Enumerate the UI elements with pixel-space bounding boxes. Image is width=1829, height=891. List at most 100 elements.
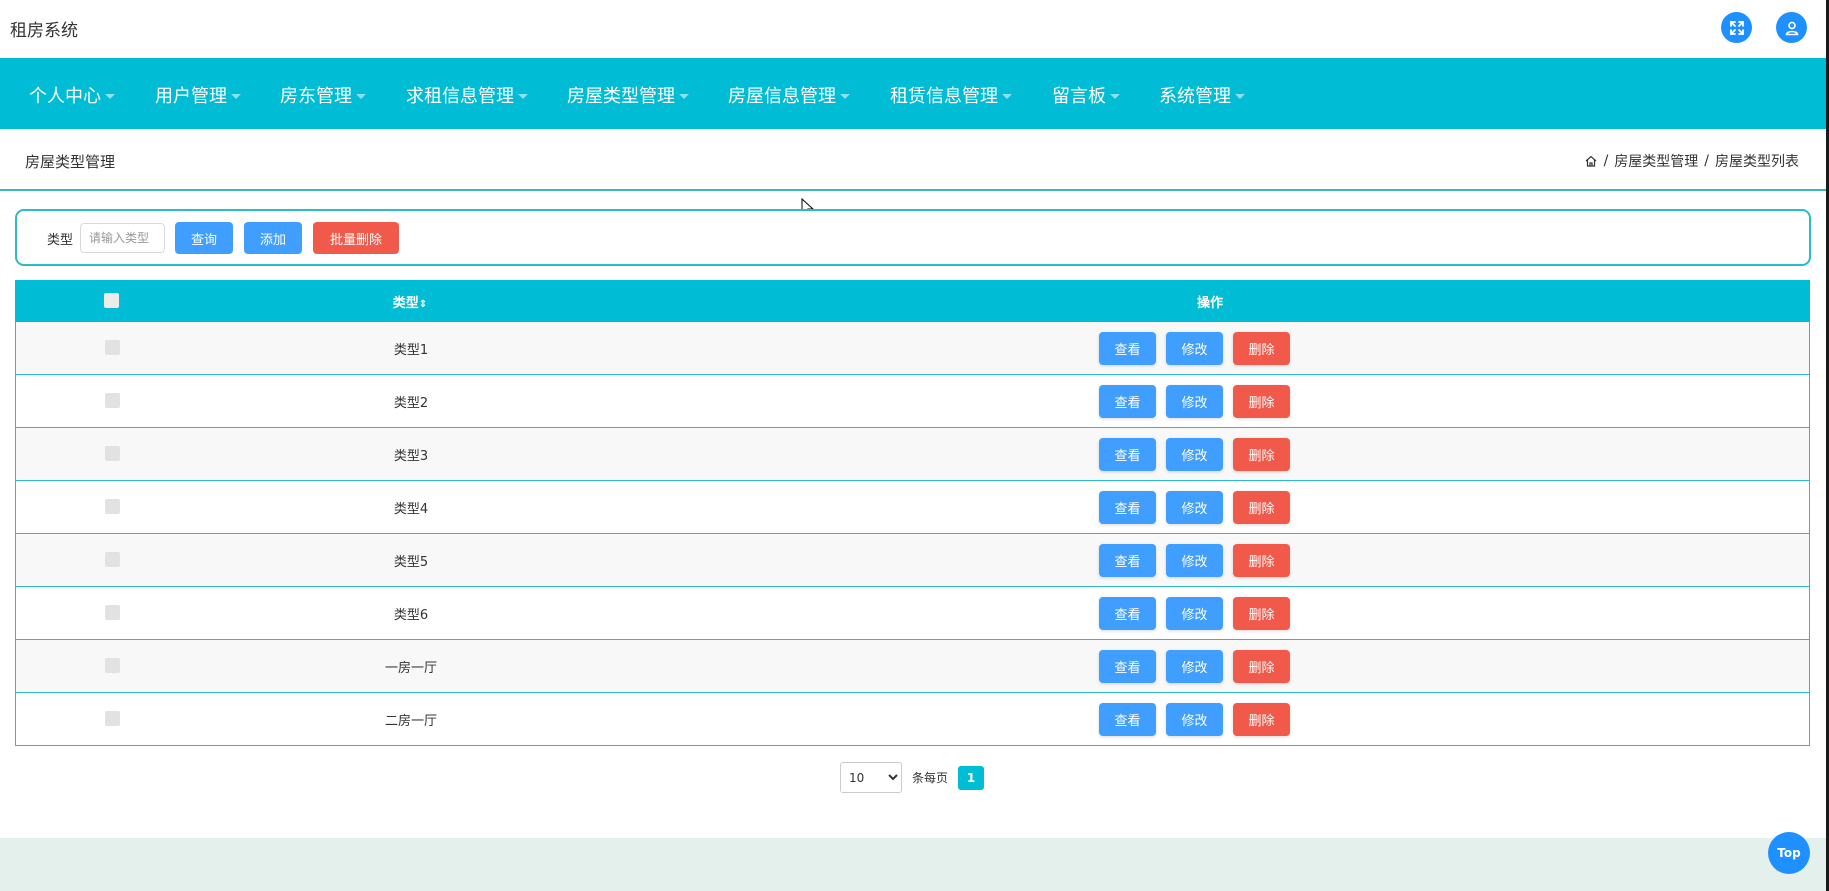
delete-button[interactable]: 删除	[1233, 597, 1290, 630]
page-size-select[interactable]: 10	[840, 762, 902, 793]
nav-item-label: 房东管理	[280, 86, 352, 107]
nav-item-rent-requests[interactable]: 求租信息管理	[406, 82, 528, 108]
nav-item-label: 租赁信息管理	[890, 86, 998, 107]
nav-item-label: 房屋信息管理	[728, 86, 836, 107]
page-number-current[interactable]: 1	[958, 765, 985, 790]
nav-item-messages[interactable]: 留言板	[1052, 82, 1120, 108]
type-cell: 类型6	[393, 608, 429, 623]
delete-button[interactable]: 删除	[1233, 544, 1290, 577]
nav-item-system[interactable]: 系统管理	[1159, 82, 1245, 108]
table-row: 类型2 查看 修改 删除	[16, 375, 1809, 428]
table-row: 类型5 查看 修改 删除	[16, 534, 1809, 587]
chevron-down-icon	[1110, 93, 1120, 99]
fullscreen-button[interactable]	[1721, 12, 1752, 43]
batch-delete-button[interactable]: 批量删除	[313, 222, 399, 254]
view-button[interactable]: 查看	[1099, 544, 1156, 577]
type-cell: 类型3	[393, 449, 429, 464]
per-page-label: 条每页	[912, 771, 949, 785]
edit-button[interactable]: 修改	[1166, 385, 1223, 418]
sort-icon: ⇕	[418, 299, 428, 310]
nav-item-label: 用户管理	[155, 86, 227, 107]
nav-item-house-info[interactable]: 房屋信息管理	[728, 82, 850, 108]
delete-button[interactable]: 删除	[1233, 650, 1290, 683]
breadcrumb-separator: /	[1603, 153, 1609, 169]
row-checkbox[interactable]	[105, 340, 120, 355]
table-body: 类型1 查看 修改 删除 类型2 查看 修改 删除 类型3 查看 修改 删除 类…	[15, 322, 1810, 746]
row-checkbox[interactable]	[105, 658, 120, 673]
column-header-type-label: 类型	[392, 296, 419, 311]
table-row: 类型3 查看 修改 删除	[16, 428, 1809, 481]
chevron-down-icon	[1235, 93, 1245, 99]
search-type-label: 类型	[47, 233, 74, 248]
top-bar: 租房系统	[0, 0, 1829, 58]
edit-button[interactable]: 修改	[1166, 332, 1223, 365]
edit-button[interactable]: 修改	[1166, 491, 1223, 524]
home-icon[interactable]	[1584, 154, 1598, 168]
view-button[interactable]: 查看	[1099, 491, 1156, 524]
view-button[interactable]: 查看	[1099, 597, 1156, 630]
view-button[interactable]: 查看	[1099, 332, 1156, 365]
breadcrumb-item[interactable]: 房屋类型管理	[1614, 151, 1698, 171]
row-checkbox[interactable]	[105, 446, 120, 461]
main-nav: 个人中心 用户管理 房东管理 求租信息管理 房屋类型管理 房屋信息管理 租赁信息…	[0, 58, 1826, 129]
row-checkbox[interactable]	[105, 711, 120, 726]
back-to-top-button[interactable]: Top	[1768, 832, 1810, 874]
chevron-down-icon	[679, 93, 689, 99]
chevron-down-icon	[231, 93, 241, 99]
column-header-type[interactable]: 类型⇕	[295, 292, 525, 311]
nav-item-label: 系统管理	[1159, 86, 1231, 107]
nav-item-users[interactable]: 用户管理	[155, 82, 241, 108]
view-button[interactable]: 查看	[1099, 650, 1156, 683]
edit-button[interactable]: 修改	[1166, 438, 1223, 471]
edit-button[interactable]: 修改	[1166, 544, 1223, 577]
nav-item-house-types[interactable]: 房屋类型管理	[567, 82, 689, 108]
search-type-input[interactable]	[80, 223, 165, 253]
row-checkbox[interactable]	[105, 499, 120, 514]
row-checkbox[interactable]	[105, 393, 120, 408]
view-button[interactable]: 查看	[1099, 703, 1156, 736]
row-checkbox[interactable]	[105, 552, 120, 567]
nav-item-leases[interactable]: 租赁信息管理	[890, 82, 1012, 108]
page-title-bar: 房屋类型管理 / 房屋类型管理 / 房屋类型列表	[0, 130, 1826, 191]
delete-button[interactable]: 删除	[1233, 491, 1290, 524]
type-cell: 二房一厅	[384, 714, 437, 729]
delete-button[interactable]: 删除	[1233, 332, 1290, 365]
edit-button[interactable]: 修改	[1166, 597, 1223, 630]
fullscreen-icon	[1729, 20, 1744, 35]
footer	[0, 838, 1826, 891]
user-button[interactable]	[1776, 12, 1807, 43]
delete-button[interactable]: 删除	[1233, 438, 1290, 471]
row-checkbox[interactable]	[105, 605, 120, 620]
chevron-down-icon	[1002, 93, 1012, 99]
delete-button[interactable]: 删除	[1233, 385, 1290, 418]
table-row: 一房一厅 查看 修改 删除	[16, 640, 1809, 693]
type-cell: 类型1	[393, 343, 429, 358]
chevron-down-icon	[356, 93, 366, 99]
breadcrumb: / 房屋类型管理 / 房屋类型列表	[1584, 151, 1799, 171]
delete-button[interactable]: 删除	[1233, 703, 1290, 736]
edit-button[interactable]: 修改	[1166, 703, 1223, 736]
chevron-down-icon	[518, 93, 528, 99]
nav-item-landlords[interactable]: 房东管理	[280, 82, 366, 108]
edit-button[interactable]: 修改	[1166, 650, 1223, 683]
nav-item-label: 房屋类型管理	[567, 86, 675, 107]
nav-item-label: 留言板	[1052, 86, 1106, 107]
view-button[interactable]: 查看	[1099, 385, 1156, 418]
app-title: 租房系统	[10, 21, 78, 41]
table-header: 类型⇕ 操作	[15, 280, 1810, 322]
house-type-table: 类型⇕ 操作 类型1 查看 修改 删除 类型2 查看 修改 删除 类型3 查看 …	[15, 280, 1810, 746]
column-header-actions: 操作	[1196, 296, 1223, 311]
type-cell: 类型2	[393, 396, 429, 411]
search-panel: 类型 查询 添加 批量删除	[15, 209, 1811, 266]
add-button[interactable]: 添加	[244, 222, 302, 254]
nav-item-profile[interactable]: 个人中心	[29, 82, 115, 108]
pagination: 10 条每页 1	[840, 762, 985, 793]
table-row: 类型4 查看 修改 删除	[16, 481, 1809, 534]
table-row: 类型6 查看 修改 删除	[16, 587, 1809, 640]
select-all-checkbox[interactable]	[104, 293, 119, 308]
breadcrumb-separator: /	[1704, 153, 1709, 169]
query-button[interactable]: 查询	[175, 222, 233, 254]
view-button[interactable]: 查看	[1099, 438, 1156, 471]
table-row: 二房一厅 查看 修改 删除	[16, 693, 1809, 746]
user-icon	[1785, 21, 1798, 35]
